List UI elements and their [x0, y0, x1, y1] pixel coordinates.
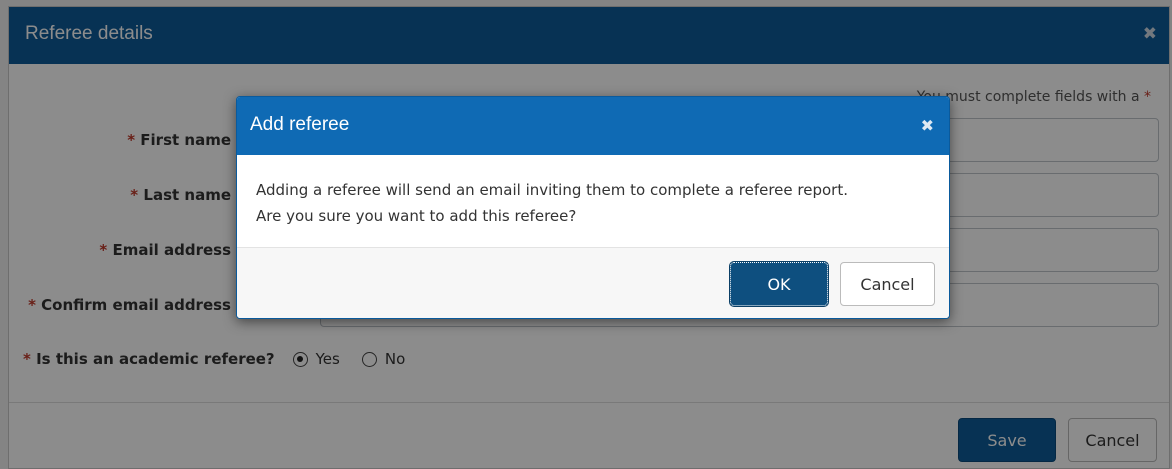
modal-message-line-2: Are you sure you want to add this refere… [256, 207, 577, 225]
modal-message-line-1: Adding a referee will send an email invi… [256, 181, 848, 199]
close-icon[interactable]: ✖ [921, 116, 934, 135]
add-referee-dialog: Add referee ✖ Adding a referee will send… [236, 96, 950, 319]
modal-header: Add referee ✖ [237, 97, 949, 155]
modal-cancel-button[interactable]: Cancel [840, 262, 935, 306]
modal-footer: OK Cancel [237, 247, 949, 318]
ok-button[interactable]: OK [729, 261, 829, 307]
modal-message: Adding a referee will send an email invi… [256, 177, 936, 229]
modal-title: Add referee [250, 114, 350, 135]
